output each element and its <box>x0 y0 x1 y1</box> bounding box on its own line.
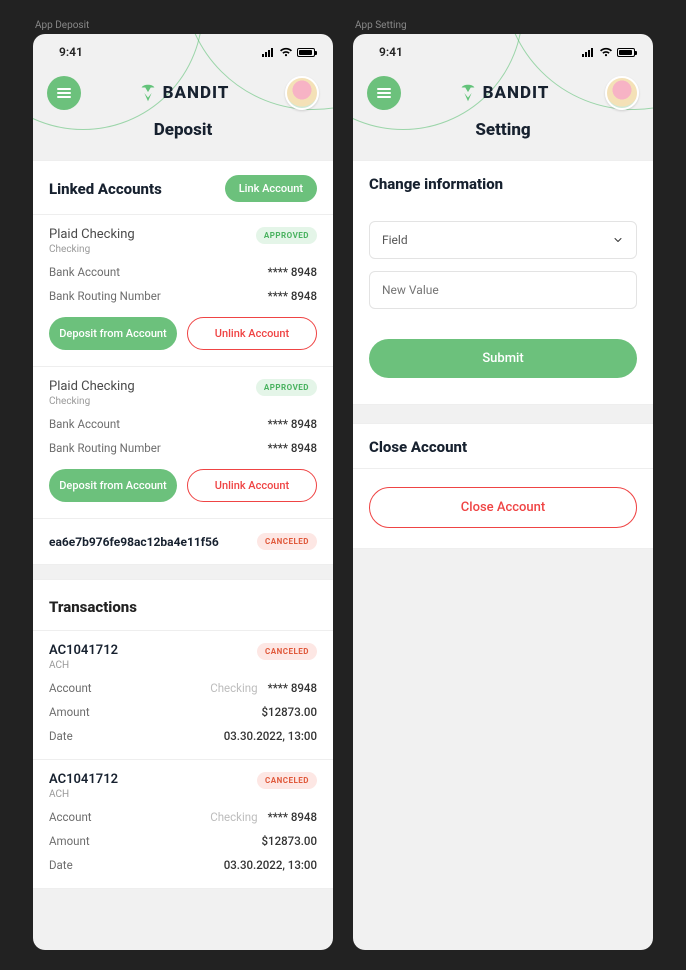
status-time: 9:41 <box>59 45 83 59</box>
link-account-button[interactable]: Link Account <box>225 175 317 202</box>
status-bar: 9:41 <box>33 34 333 70</box>
routing-label: Bank Routing Number <box>49 289 161 303</box>
routing-label: Bank Routing Number <box>49 441 161 455</box>
tx-date-value: 03.30.2022, 13:00 <box>224 729 317 743</box>
account-name: Plaid Checking <box>49 227 135 242</box>
tx-account-type: Checking <box>210 810 257 824</box>
brand-logo: BANDIT <box>137 82 230 104</box>
tx-amount-value: $12873.00 <box>262 705 317 719</box>
change-information-title: Change information <box>369 175 503 193</box>
tx-date-value: 03.30.2022, 13:00 <box>224 858 317 872</box>
pending-hash-row: ea6e7b976fe98ac12ba4e11f56 CANCELED <box>33 518 333 564</box>
wifi-icon <box>599 47 613 57</box>
field-select[interactable]: Field <box>369 221 637 259</box>
bank-account-label: Bank Account <box>49 417 120 431</box>
tx-account-value: **** 8948 <box>268 810 317 824</box>
status-time: 9:41 <box>379 45 403 59</box>
tx-account-value: **** 8948 <box>268 681 317 695</box>
close-account-button[interactable]: Close Account <box>369 487 637 528</box>
tx-account-type: Checking <box>210 681 257 695</box>
tx-account-label: Account <box>49 810 92 824</box>
battery-icon <box>617 48 635 57</box>
frame-label-deposit: App Deposit <box>33 20 333 31</box>
account-name: Plaid Checking <box>49 379 135 394</box>
account-subtype: Checking <box>49 396 135 407</box>
chevron-down-icon <box>612 234 624 246</box>
wifi-icon <box>279 47 293 57</box>
hash-value: ea6e7b976fe98ac12ba4e11f56 <box>49 535 219 549</box>
avatar[interactable] <box>605 76 639 110</box>
routing-value: **** 8948 <box>268 441 317 455</box>
status-badge: CANCELED <box>257 533 317 550</box>
page-title: Deposit <box>47 120 319 140</box>
routing-value: **** 8948 <box>268 289 317 303</box>
signal-icon <box>582 48 593 57</box>
brand-logo: BANDIT <box>457 82 550 104</box>
tx-amount-label: Amount <box>49 705 90 719</box>
phone-setting: 9:41 BANDIT Setting <box>353 34 653 950</box>
avatar[interactable] <box>285 76 319 110</box>
linked-account-card: Plaid Checking Checking APPROVED Bank Ac… <box>33 366 333 518</box>
tx-amount-value: $12873.00 <box>262 834 317 848</box>
status-badge: APPROVED <box>256 227 317 244</box>
field-select-label: Field <box>382 233 408 247</box>
unlink-account-button[interactable]: Unlink Account <box>187 317 317 350</box>
transactions-section: Transactions AC1041712 ACH CANCELED Acco… <box>33 579 333 889</box>
battery-icon <box>297 48 315 57</box>
transaction-ref: AC1041712 <box>49 643 118 658</box>
menu-button[interactable] <box>47 76 81 110</box>
bank-account-value: **** 8948 <box>268 265 317 279</box>
tx-account-label: Account <box>49 681 92 695</box>
change-information-section: Change information Field Submit <box>353 160 653 405</box>
close-account-section: Close Account <box>353 423 653 469</box>
tx-date-label: Date <box>49 729 73 743</box>
transaction-card: AC1041712 ACH CANCELED Account Checking … <box>33 759 333 888</box>
close-account-title: Close Account <box>369 438 467 456</box>
tx-amount-label: Amount <box>49 834 90 848</box>
deposit-from-account-button[interactable]: Deposit from Account <box>49 469 177 502</box>
unlink-account-button[interactable]: Unlink Account <box>187 469 317 502</box>
tx-date-label: Date <box>49 858 73 872</box>
transactions-title: Transactions <box>33 580 333 630</box>
bandit-logo-icon <box>137 82 159 104</box>
linked-accounts-section: Linked Accounts Link Account Plaid Check… <box>33 160 333 565</box>
menu-button[interactable] <box>367 76 401 110</box>
transaction-card: AC1041712 ACH CANCELED Account Checking … <box>33 630 333 759</box>
page-title: Setting <box>367 120 639 140</box>
linked-account-card: Plaid Checking Checking APPROVED Bank Ac… <box>33 214 333 366</box>
status-bar: 9:41 <box>353 34 653 70</box>
frame-label-setting: App Setting <box>353 20 653 31</box>
linked-accounts-title: Linked Accounts <box>49 180 162 198</box>
transaction-type: ACH <box>49 789 118 800</box>
bank-account-label: Bank Account <box>49 265 120 279</box>
transaction-type: ACH <box>49 660 118 671</box>
new-value-input[interactable] <box>369 271 637 309</box>
account-subtype: Checking <box>49 244 135 255</box>
submit-button[interactable]: Submit <box>369 339 637 378</box>
status-badge: APPROVED <box>256 379 317 396</box>
signal-icon <box>262 48 273 57</box>
deposit-from-account-button[interactable]: Deposit from Account <box>49 317 177 350</box>
transaction-ref: AC1041712 <box>49 772 118 787</box>
phone-deposit: 9:41 BANDIT Deposit <box>33 34 333 950</box>
bank-account-value: **** 8948 <box>268 417 317 431</box>
status-badge: CANCELED <box>257 772 317 789</box>
bandit-logo-icon <box>457 82 479 104</box>
status-badge: CANCELED <box>257 643 317 660</box>
